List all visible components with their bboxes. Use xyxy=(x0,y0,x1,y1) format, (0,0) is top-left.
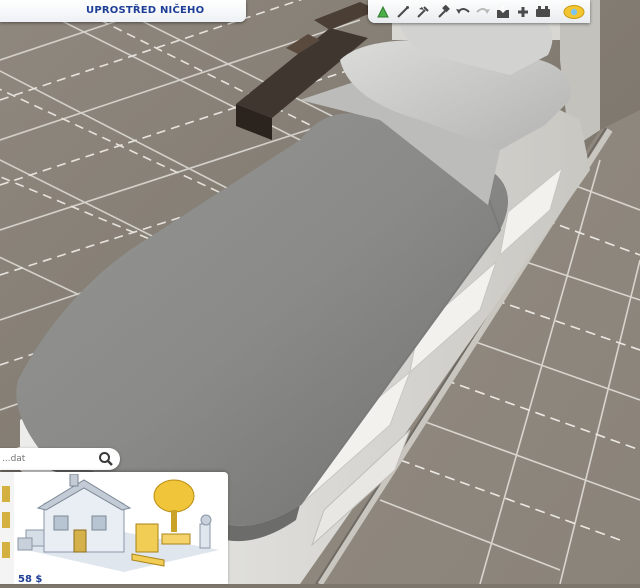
catalog-side-tabs[interactable] xyxy=(0,472,14,584)
undo-icon[interactable] xyxy=(454,3,472,21)
redo-icon[interactable] xyxy=(474,3,492,21)
build-mode-icon[interactable] xyxy=(374,3,392,21)
build-toolbar xyxy=(368,0,590,23)
search-input[interactable] xyxy=(2,451,90,467)
settings-icon[interactable] xyxy=(534,3,552,21)
build-mode-category-illustration[interactable] xyxy=(14,474,224,578)
search-icon[interactable] xyxy=(98,451,114,467)
camera-view-icon[interactable] xyxy=(562,3,586,21)
household-funds: 58 $ xyxy=(18,574,43,585)
catalog-search xyxy=(0,448,120,470)
add-icon[interactable] xyxy=(514,3,532,21)
lot-name-banner[interactable]: UPROSTŘED NIČEHO xyxy=(0,0,246,22)
eyedropper-icon[interactable] xyxy=(414,3,432,21)
save-icon[interactable] xyxy=(494,3,512,21)
lot-name: UPROSTŘED NIČEHO xyxy=(86,5,205,16)
wand-icon[interactable] xyxy=(394,3,412,21)
sledgehammer-icon[interactable] xyxy=(434,3,452,21)
build-catalog-panel: 58 $ xyxy=(0,446,228,585)
